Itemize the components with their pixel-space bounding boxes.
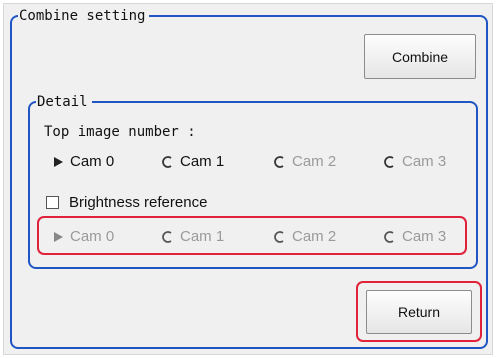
radio-unselected-icon	[384, 155, 396, 168]
brightness-radio-cam1[interactable]: Cam 1	[162, 228, 224, 245]
combine-setting-title: Combine setting	[18, 7, 150, 25]
top-image-radio-cam3[interactable]: Cam 3	[384, 153, 446, 170]
radio-unselected-icon	[162, 230, 174, 243]
brightness-radio-cam3[interactable]: Cam 3	[384, 228, 446, 245]
detail-title: Detail	[36, 93, 92, 111]
top-image-option-label: Cam 3	[402, 153, 447, 170]
top-image-radio-cam1[interactable]: Cam 1	[162, 153, 224, 170]
top-image-radio-cam0[interactable]: Cam 0	[52, 153, 114, 170]
radio-unselected-icon	[274, 155, 286, 168]
radio-selected-icon	[52, 156, 64, 168]
brightness-option-label: Cam 0	[70, 228, 115, 245]
brightness-radio-cam2[interactable]: Cam 2	[274, 228, 336, 245]
top-image-radio-cam2[interactable]: Cam 2	[274, 153, 336, 170]
brightness-reference-checkbox[interactable]: Brightness reference	[46, 194, 207, 211]
radio-unselected-icon	[162, 155, 174, 168]
radio-selected-icon	[52, 231, 64, 243]
combine-button[interactable]: Combine	[364, 34, 476, 79]
top-image-option-label: Cam 1	[180, 153, 225, 170]
brightness-radio-cam0[interactable]: Cam 0	[52, 228, 114, 245]
brightness-option-label: Cam 3	[402, 228, 447, 245]
top-image-option-label: Cam 0	[70, 153, 115, 170]
brightness-option-label: Cam 2	[292, 228, 337, 245]
checkbox-unchecked-icon	[46, 196, 59, 209]
return-button[interactable]: Return	[366, 290, 472, 334]
brightness-option-label: Cam 1	[180, 228, 225, 245]
radio-unselected-icon	[274, 230, 286, 243]
top-image-number-label: Top image number :	[44, 124, 196, 140]
radio-unselected-icon	[384, 230, 396, 243]
top-image-option-label: Cam 2	[292, 153, 337, 170]
brightness-reference-label: Brightness reference	[69, 194, 208, 211]
